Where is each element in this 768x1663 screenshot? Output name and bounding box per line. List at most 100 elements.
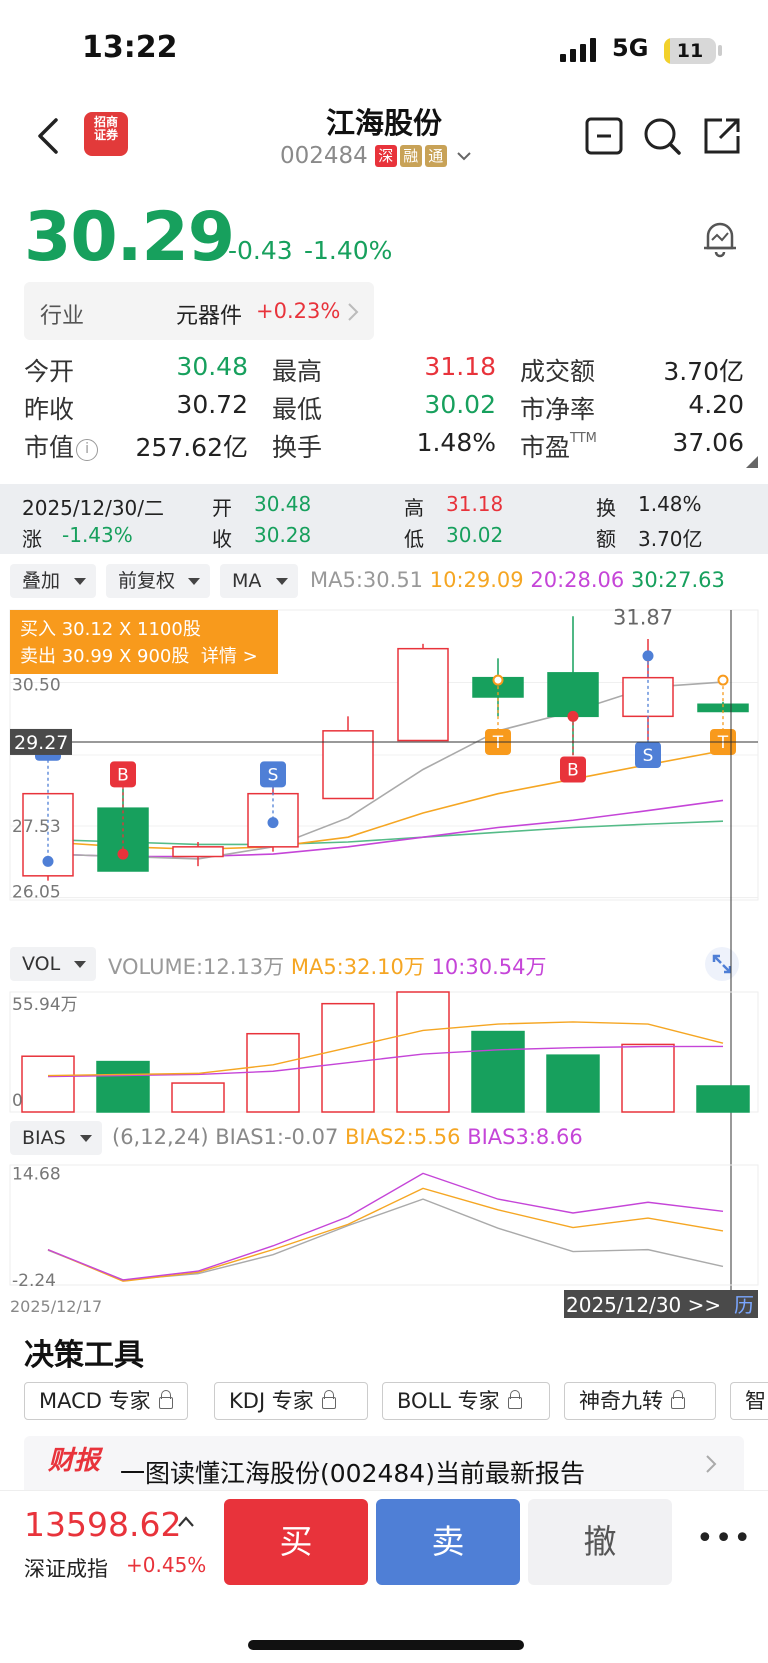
kdj-expert-label: KDJ 专家	[229, 1389, 314, 1413]
bias2-line	[47, 1187, 724, 1282]
main-indicator-label: MA	[232, 570, 262, 592]
market-cap-label-text: 市值	[24, 433, 75, 462]
candle-body	[322, 730, 374, 800]
crosshair-chg: -1.43%	[62, 523, 133, 547]
ma5-legend: MA5:30.51	[310, 568, 424, 592]
report-title: 一图读懂江海股份(002484)当前最新报告	[120, 1459, 585, 1488]
pe-label: 市盈TTM	[520, 428, 597, 464]
pe-ttm-superscript: TTM	[570, 431, 597, 446]
volume-bar	[246, 1032, 300, 1113]
amount-value: 3.70亿	[663, 357, 744, 386]
more-menu-button[interactable]: •••	[696, 1521, 751, 1561]
open-value: 30.48	[176, 352, 248, 381]
crosshair-chg-label: 涨	[22, 527, 42, 551]
timeline-history-label: 历	[734, 1293, 754, 1317]
info-icon[interactable]: i	[76, 439, 99, 461]
tooltip-sell: 卖出 30.99 X 900股	[20, 646, 190, 667]
index-name: 深证成指	[24, 1557, 108, 1581]
kdj-expert-button[interactable]: KDJ 专家	[214, 1382, 368, 1420]
magic-nine-label: 神奇九转	[579, 1389, 663, 1413]
order-tooltip[interactable]: 买入 30.12 X 1100股 卖出 30.99 X 900股 详情 >	[10, 610, 278, 674]
candle-body	[547, 672, 599, 718]
signal-dot	[642, 650, 654, 662]
crosshair-low-label: 低	[404, 527, 424, 551]
signal-dot	[42, 855, 54, 867]
crosshair-amount: 3.70亿	[638, 527, 703, 551]
pe-value: 37.06	[672, 428, 744, 457]
home-indicator	[248, 1640, 524, 1650]
amount-label: 成交额	[520, 357, 596, 386]
smart-tool-button[interactable]: 智	[730, 1382, 768, 1420]
industry-change: +0.23%	[256, 299, 341, 323]
index-change: +0.45%	[126, 1553, 207, 1577]
sell-button[interactable]: 卖	[376, 1499, 520, 1585]
tools-section-title: 决策工具	[24, 1338, 144, 1373]
bias-axis-label: -2.24	[12, 1271, 56, 1291]
search-icon[interactable]	[642, 116, 682, 156]
stock-chart[interactable]: SBSTBST29.2730.5027.5326.0531.8755.94万01…	[0, 600, 768, 1320]
main-indicator-select[interactable]: MA	[220, 564, 298, 598]
lock-icon	[671, 1390, 685, 1409]
cancel-order-button[interactable]: 撤	[528, 1499, 672, 1585]
share-icon[interactable]	[702, 116, 742, 156]
chevron-up-icon[interactable]	[176, 1513, 196, 1529]
volume-axis-label: 0	[12, 1091, 23, 1111]
price-alert-bell-icon[interactable]	[700, 216, 740, 260]
bias3-line	[47, 1172, 724, 1281]
signal-tag-letter: T	[492, 733, 504, 753]
volume-bar	[471, 1030, 525, 1113]
low-label: 最低	[272, 395, 323, 424]
pb-value: 4.20	[688, 390, 744, 419]
overlay-select[interactable]: 叠加	[10, 564, 96, 598]
report-badge: 财报	[48, 1446, 101, 1476]
volume-bar	[396, 991, 450, 1113]
stock-code-row[interactable]: 002484 深 融 通	[280, 140, 474, 172]
macd-expert-label: MACD 专家	[39, 1389, 151, 1413]
index-value[interactable]: 13598.62	[24, 1505, 181, 1544]
tooltip-buy-line: 买入 30.12 X 1100股	[20, 619, 201, 640]
macd-expert-button[interactable]: MACD 专家	[24, 1382, 188, 1420]
signal-dot	[492, 674, 504, 686]
industry-name: 元器件	[176, 304, 243, 329]
price-axis-label: 30.50	[12, 676, 61, 696]
volume-axis-label: 55.94万	[12, 995, 78, 1015]
magic-nine-button[interactable]: 神奇九转	[564, 1382, 716, 1420]
signal-dot	[717, 674, 729, 686]
ma10-legend: 10:29.09	[429, 568, 524, 592]
status-bar: 13:22 5G 11	[0, 0, 768, 100]
timeline-start-label: 2025/12/17	[10, 1297, 102, 1316]
volume-bar	[96, 1060, 150, 1113]
ma20-legend: 20:28.06	[530, 568, 625, 592]
expand-corner-icon[interactable]	[746, 456, 758, 468]
network-type: 5G	[612, 34, 649, 62]
price-axis-label: 26.05	[12, 883, 61, 903]
margin-tag: 融	[399, 145, 422, 167]
adjust-select[interactable]: 前复权	[106, 564, 210, 598]
tooltip-detail-link[interactable]: 详情 >	[201, 646, 258, 667]
price-axis-label: 27.53	[12, 817, 61, 837]
buy-button[interactable]: 买	[224, 1499, 368, 1585]
chevron-right-icon	[706, 1455, 717, 1473]
boll-expert-button[interactable]: BOLL 专家	[382, 1382, 550, 1420]
bias-axis-label: 14.68	[12, 1164, 61, 1184]
signal-tag-letter: T	[717, 733, 729, 753]
crosshair-low: 30.02	[446, 523, 504, 547]
lock-icon	[507, 1390, 522, 1409]
crosshair-open-label: 开	[212, 496, 232, 520]
caret-down-icon	[188, 578, 200, 585]
volume-bar	[546, 1054, 600, 1113]
pe-label-text: 市盈	[520, 433, 571, 462]
crosshair-price-label: 29.27	[14, 732, 68, 754]
chevron-down-icon[interactable]	[454, 146, 474, 166]
peak-price-label: 31.87	[613, 605, 673, 629]
industry-bar[interactable]: 行业 元器件 +0.23%	[24, 282, 374, 340]
market-cap-value: 257.62亿	[135, 433, 248, 462]
ma-legend: MA5:30.51 10:29.09 20:28.06 30:27.63	[310, 568, 725, 592]
crosshair-amount-label: 额	[596, 527, 616, 551]
caret-down-icon	[74, 578, 86, 585]
market-tag-shen: 深	[374, 145, 397, 167]
battery-level: 11	[676, 40, 704, 62]
prev-close-value: 30.72	[176, 390, 248, 419]
minimize-icon[interactable]	[584, 116, 624, 156]
report-card[interactable]: 财报 一图读懂江海股份(002484)当前最新报告	[24, 1436, 744, 1492]
